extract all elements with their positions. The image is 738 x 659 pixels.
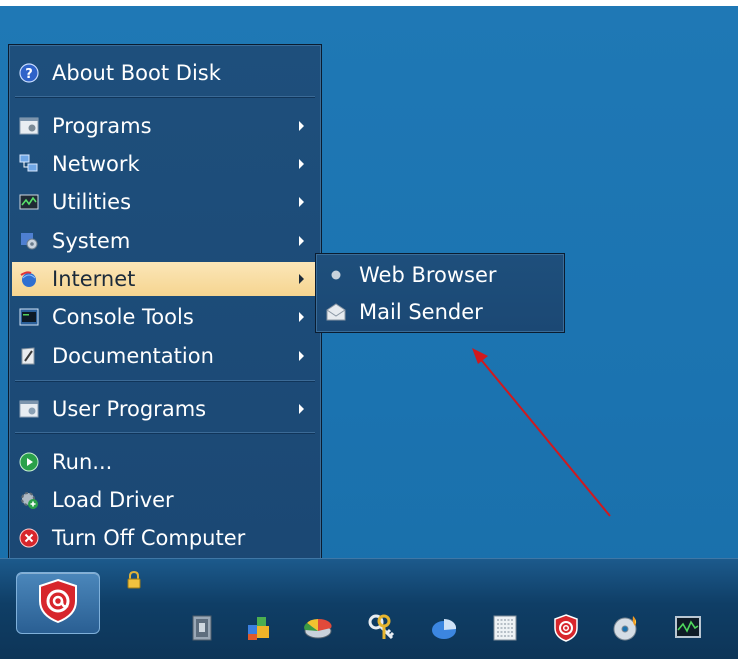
windows-apps-icon[interactable] [243,612,275,644]
utilities-icon [18,191,40,213]
disk-partition-icon[interactable] [302,612,334,644]
menu-item-network[interactable]: Network [12,147,318,181]
help-icon: ? [18,62,40,84]
menu-item-turn-off-computer[interactable]: Turn Off Computer [12,521,318,555]
console-icon [18,306,40,328]
menu-item-run[interactable]: Run... [12,445,318,479]
menu-item-user-programs[interactable]: User Programs [12,392,318,426]
bullet-icon [325,264,347,286]
menu-separator [15,380,315,382]
menu-item-programs[interactable]: Programs [12,109,318,143]
submenu-arrow-icon [299,236,304,246]
submenu-arrow-icon [299,159,304,169]
menu-separator [15,432,315,434]
at-shield-icon[interactable] [550,612,582,644]
mail-icon [325,301,347,323]
submenu-item-mail-sender[interactable]: Mail Sender [319,294,561,330]
submenu-arrow-icon [299,274,304,284]
system-icon [18,230,40,252]
submenu-arrow-icon [299,312,304,322]
start-menu: ? About Boot Disk Programs Network Utili… [8,44,322,560]
programs-icon [18,115,40,137]
menu-item-console-tools[interactable]: Console Tools [12,300,318,334]
menu-separator [15,96,315,98]
submenu-arrow-icon [299,197,304,207]
submenu-arrow-icon [299,121,304,131]
cd-burn-icon[interactable] [610,612,642,644]
documentation-icon [18,345,40,367]
monitor-icon[interactable] [672,612,704,644]
hex-editor-icon[interactable] [489,612,521,644]
menu-item-about-boot-disk[interactable]: ? About Boot Disk [12,56,318,90]
user-programs-icon [18,398,40,420]
submenu-arrow-icon [299,404,304,414]
menu-item-utilities[interactable]: Utilities [12,185,318,219]
submenu-arrow-icon [299,351,304,361]
submenu-item-web-browser[interactable]: Web Browser [319,257,561,293]
menu-item-internet[interactable]: Internet [12,262,318,296]
keys-icon[interactable] [366,612,398,644]
load-driver-icon [18,489,40,511]
menu-item-load-driver[interactable]: Load Driver [12,483,318,517]
internet-icon [18,268,40,290]
pie-chart-icon[interactable] [428,612,460,644]
power-icon [18,527,40,549]
menu-item-documentation[interactable]: Documentation [12,339,318,373]
at-shield-icon [34,577,82,629]
lock-icon[interactable] [126,570,142,589]
svg-text:?: ? [25,67,33,82]
menu-item-system[interactable]: System [12,224,318,258]
run-icon [18,451,40,473]
file-manager-icon[interactable] [186,612,218,644]
internet-submenu: Web Browser Mail Sender [315,253,565,333]
network-icon [18,153,40,175]
start-button[interactable] [16,572,100,634]
